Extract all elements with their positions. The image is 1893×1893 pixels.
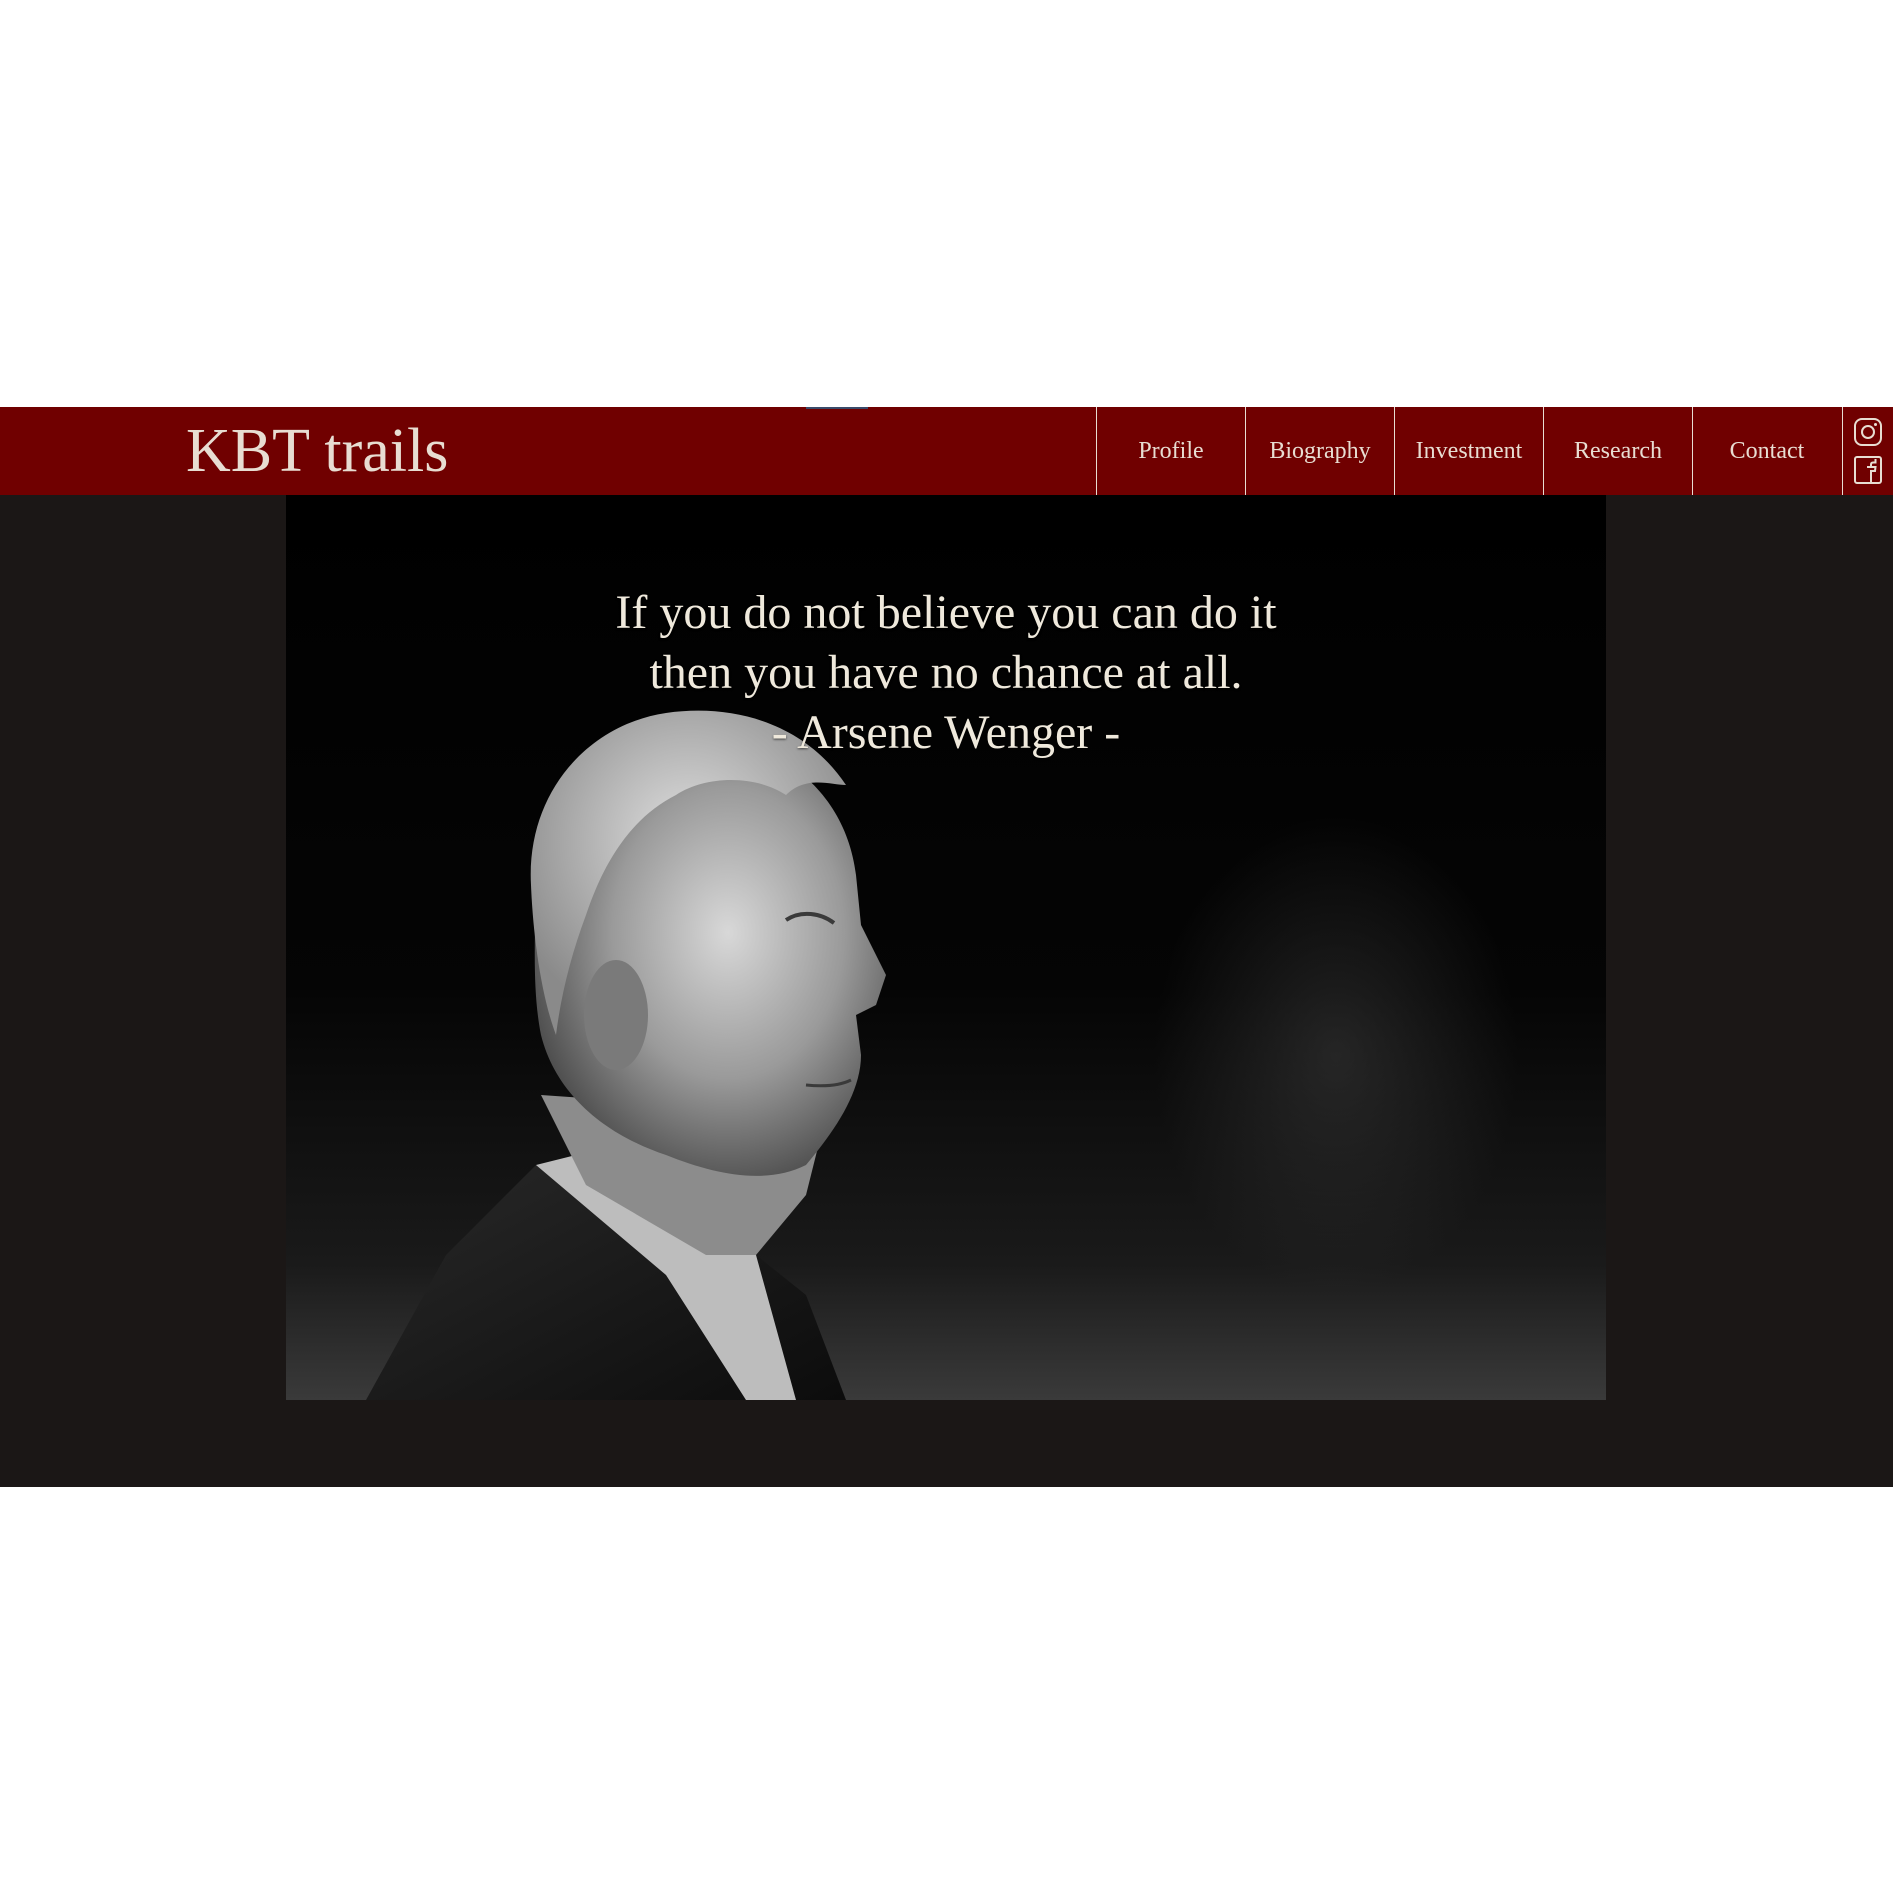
quote-attribution: - Arsene Wenger - [771,706,1121,759]
nav-item-research[interactable]: Research [1543,407,1692,495]
quote-block: If you do not believe you can do it then… [286,583,1606,763]
site-logo-text[interactable]: KBT trails [186,407,448,495]
navbar: KBT trails Profile Biography Investment … [0,407,1893,495]
quote-line-2: then you have no chance at all. [649,646,1243,699]
nav-item-biography[interactable]: Biography [1245,407,1394,495]
nav-menu: Profile Biography Investment Research Co… [1096,407,1841,495]
hero-section: If you do not believe you can do it then… [0,495,1893,1487]
quote-line-1: If you do not believe you can do it [615,586,1277,639]
facebook-icon[interactable] [1852,454,1884,486]
nav-item-profile[interactable]: Profile [1096,407,1245,495]
hero-photo: If you do not believe you can do it then… [286,495,1606,1400]
social-links [1842,407,1893,495]
page: KBT trails Profile Biography Investment … [0,0,1893,1893]
nav-item-contact[interactable]: Contact [1692,407,1841,495]
nav-item-investment[interactable]: Investment [1394,407,1543,495]
instagram-icon[interactable] [1852,416,1884,448]
top-accent-line [806,407,868,409]
